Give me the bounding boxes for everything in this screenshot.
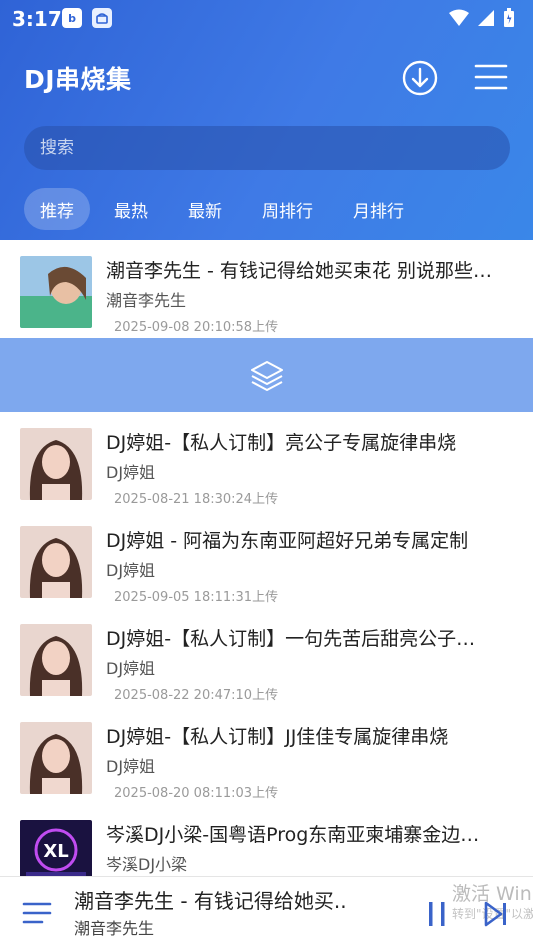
track-title: DJ婷姐 - 阿福为东南亚阿超好兄弟专属定制 [106,530,469,552]
status-time: 3:17 [12,7,62,31]
track-title: DJ婷姐-【私人订制】JJ佳佳专属旋律串烧 [106,726,449,748]
skip-next-icon [484,901,506,927]
tab-monthly-ranking[interactable]: 月排行 [337,188,420,230]
playlist-icon [22,902,52,924]
track-item[interactable]: DJ婷姐-【私人订制】一句先苦后甜亮公子… DJ婷姐 2025-08-22 20… [0,608,533,706]
tab-weekly-ranking[interactable]: 周排行 [246,188,329,230]
now-playing-title: 潮音李先生 - 有钱记得给她买.. [74,889,347,913]
track-cover-image [20,526,92,598]
notification-app-icon-2 [92,8,112,28]
layers-icon [250,361,283,391]
svg-text:XL: XL [43,841,68,862]
track-list: 潮音李先生 - 有钱记得给她买束花 别说那些… 潮音李先生 2025-09-08… [0,240,533,902]
pause-button[interactable] [426,901,448,927]
menu-button[interactable] [473,62,509,92]
track-title: 岑溪DJ小梁-国粤语Prog东南亚柬埔寨金边… [106,824,480,846]
status-bar: 3:17 b [0,0,533,36]
track-upload-date: 2025-08-20 08:11:03上传 [114,786,279,801]
track-artist: 潮音李先生 [106,291,187,310]
track-item[interactable]: 潮音李先生 - 有钱记得给她买束花 别说那些… 潮音李先生 2025-09-08… [0,240,533,338]
search-bar[interactable] [24,126,510,170]
track-artist: DJ婷姐 [106,659,156,678]
track-cover-image [20,428,92,500]
track-title: DJ婷姐-【私人订制】亮公子专属旋律串烧 [106,432,457,454]
app-header: 3:17 b DJ串烧集 推荐 最热 最新 周排行 月排行 [0,0,533,240]
track-upload-date: 2025-08-21 18:30:24上传 [114,492,279,507]
track-upload-date: 2025-08-22 20:47:10上传 [114,688,279,703]
tab-recommended[interactable]: 推荐 [24,188,90,230]
track-artist: DJ婷姐 [106,463,156,482]
track-upload-date: 2025-09-05 18:11:31上传 [114,590,279,605]
search-input[interactable] [40,138,510,158]
hamburger-menu-icon [474,64,508,90]
track-item[interactable]: DJ婷姐-【私人订制】亮公子专属旋律串烧 DJ婷姐 2025-08-21 18:… [0,412,533,510]
track-cover-image [20,722,92,794]
track-cover-image [20,256,92,328]
track-title: DJ婷姐-【私人订制】一句先苦后甜亮公子… [106,628,476,650]
track-artist: 岑溪DJ小梁 [106,855,188,874]
next-track-button[interactable] [484,901,508,927]
track-artist: DJ婷姐 [106,757,156,776]
now-playing-artist: 潮音李先生 [74,919,155,938]
signal-icon [478,10,494,26]
download-button[interactable] [401,59,439,97]
tab-newest[interactable]: 最新 [172,188,238,230]
track-cover-image [20,624,92,696]
collection-banner[interactable] [0,338,533,412]
pause-icon [429,902,445,926]
tab-hottest[interactable]: 最热 [98,188,164,230]
status-indicators [449,8,515,28]
battery-icon [504,8,514,27]
notification-app-icon: b [62,8,82,28]
track-item[interactable]: DJ婷姐 - 阿福为东南亚阿超好兄弟专属定制 DJ婷姐 2025-09-05 1… [0,510,533,608]
download-circle-icon [402,60,438,96]
track-title: 潮音李先生 - 有钱记得给她买束花 别说那些… [106,260,492,282]
app-title: DJ串烧集 [24,65,132,94]
track-item[interactable]: DJ婷姐-【私人订制】JJ佳佳专属旋律串烧 DJ婷姐 2025-08-20 08… [0,706,533,804]
track-artist: DJ婷姐 [106,561,156,580]
wifi-icon [449,9,469,26]
track-upload-date: 2025-09-08 20:10:58上传 [114,320,279,335]
mini-player[interactable]: 潮音李先生 - 有钱记得给她买.. 潮音李先生 激活 Win 转到"设置"以激活 [0,876,533,948]
playlist-button[interactable] [22,899,52,927]
category-tabs: 推荐 最热 最新 周排行 月排行 [24,188,420,230]
